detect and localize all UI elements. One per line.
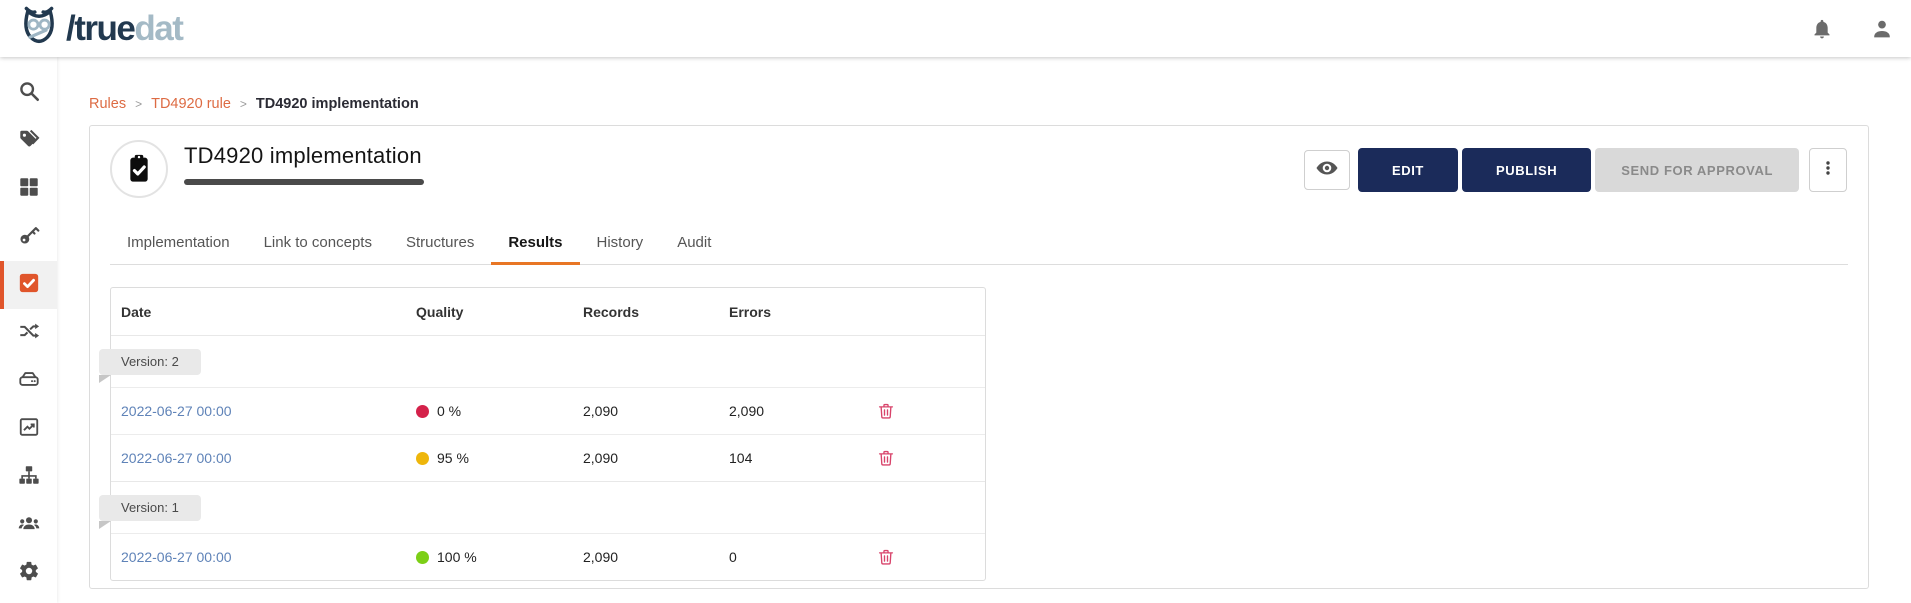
version-group-header: Version: 1 <box>99 481 985 533</box>
title-underline-bar <box>184 179 424 185</box>
topbar: /truedat <box>0 0 1911 57</box>
gear-icon <box>18 560 40 587</box>
tab-bar: Implementation Link to concepts Structur… <box>110 234 1848 265</box>
eye-icon <box>1315 156 1339 185</box>
grid-icon <box>18 176 40 203</box>
edit-button[interactable]: EDIT <box>1357 148 1458 192</box>
quality-value: 100 % <box>437 549 477 565</box>
version-badge: Version: 2 <box>99 349 201 375</box>
results-table: Date Quality Records Errors Version: 2 2… <box>99 287 986 581</box>
tab-audit[interactable]: Audit <box>660 234 728 264</box>
quality-value: 95 % <box>437 450 469 466</box>
records-value: 2,090 <box>583 549 619 565</box>
result-date-link[interactable]: 2022-06-27 00:00 <box>121 450 232 466</box>
records-value: 2,090 <box>583 403 619 419</box>
brand-logo[interactable]: /truedat <box>18 5 184 52</box>
sidebar-item-systems[interactable] <box>0 357 57 405</box>
column-header-records: Records <box>583 303 640 320</box>
search-icon <box>18 80 40 107</box>
breadcrumb: Rules > TD4920 rule > TD4920 implementat… <box>89 96 1911 112</box>
bell-icon[interactable] <box>1811 18 1833 40</box>
sidebar-item-quality[interactable] <box>0 261 57 309</box>
table-row: 2022-06-27 00:00 0 % 2,090 2,090 <box>111 387 985 434</box>
errors-value: 0 <box>729 549 737 565</box>
errors-value: 104 <box>729 450 753 466</box>
page-title: TD4920 implementation <box>184 143 422 168</box>
version-badge-fold <box>99 375 111 383</box>
quality-status-dot <box>416 550 429 564</box>
users-icon <box>18 512 40 539</box>
sidebar-item-modules[interactable] <box>0 165 57 213</box>
quality-status-dot <box>416 404 429 418</box>
table-header-row: Date Quality Records Errors <box>111 288 985 335</box>
version-badge: Version: 1 <box>99 495 201 521</box>
quality-value: 0 % <box>437 403 462 419</box>
delete-result-button[interactable] <box>877 449 895 467</box>
column-header-quality: Quality <box>416 303 464 320</box>
breadcrumb-current: TD4920 implementation <box>255 96 419 112</box>
sitemap-icon <box>18 464 40 491</box>
more-options-button[interactable] <box>1809 148 1847 192</box>
table-row: 2022-06-27 00:00 100 % 2,090 0 <box>111 533 985 580</box>
sidebar-item-lineage[interactable] <box>0 309 57 357</box>
tab-history[interactable]: History <box>580 234 661 264</box>
tab-implementation[interactable]: Implementation <box>110 234 247 264</box>
check-square-icon <box>18 272 40 299</box>
records-value: 2,090 <box>583 450 619 466</box>
main-content: Rules > TD4920 rule > TD4920 implementat… <box>57 57 1911 603</box>
quality-status-dot <box>416 451 429 465</box>
result-date-link[interactable]: 2022-06-27 00:00 <box>121 403 232 419</box>
send-for-approval-button[interactable]: SEND FOR APPROVAL <box>1595 148 1799 192</box>
brand-wordmark: /truedat <box>66 9 184 48</box>
delete-result-button[interactable] <box>877 402 895 420</box>
sidebar-item-taxonomy[interactable] <box>0 453 57 501</box>
sidebar-item-permissions[interactable] <box>0 213 57 261</box>
sidebar <box>0 57 57 603</box>
sidebar-item-search[interactable] <box>0 69 57 117</box>
result-date-link[interactable]: 2022-06-27 00:00 <box>121 549 232 565</box>
shuffle-icon <box>18 320 40 347</box>
header-actions: EDIT PUBLISH SEND FOR APPROVAL <box>1303 148 1847 192</box>
tab-link-to-concepts[interactable]: Link to concepts <box>247 234 389 264</box>
column-header-date: Date <box>121 303 152 320</box>
table-row: 2022-06-27 00:00 95 % 2,090 104 <box>111 434 985 481</box>
breadcrumb-link-rule[interactable]: TD4920 rule <box>151 96 231 112</box>
preview-button[interactable] <box>1303 150 1350 190</box>
errors-value: 2,090 <box>729 403 765 419</box>
key-icon <box>18 224 40 251</box>
implementation-card: TD4920 implementation EDIT PUBLISH SEND … <box>89 125 1869 589</box>
column-header-errors: Errors <box>729 303 772 320</box>
sidebar-item-tags[interactable] <box>0 117 57 165</box>
version-badge-fold <box>99 521 111 529</box>
sidebar-item-users[interactable] <box>0 501 57 549</box>
kebab-menu-icon <box>1820 160 1836 181</box>
clipboard-check-icon <box>110 140 168 198</box>
user-icon[interactable] <box>1871 18 1893 40</box>
chart-icon <box>18 416 40 443</box>
hard-drive-icon <box>18 368 40 395</box>
sidebar-item-settings[interactable] <box>0 549 57 597</box>
breadcrumb-link-rules[interactable]: Rules <box>89 96 126 112</box>
sidebar-item-dashboards[interactable] <box>0 405 57 453</box>
breadcrumb-separator: > <box>135 97 143 111</box>
tags-icon <box>18 128 40 155</box>
breadcrumb-separator: > <box>239 97 247 111</box>
tab-structures[interactable]: Structures <box>389 234 491 264</box>
owl-icon <box>18 5 60 52</box>
version-group-header: Version: 2 <box>99 335 985 387</box>
publish-button[interactable]: PUBLISH <box>1461 148 1592 192</box>
delete-result-button[interactable] <box>877 548 895 566</box>
tab-results[interactable]: Results <box>491 234 580 265</box>
